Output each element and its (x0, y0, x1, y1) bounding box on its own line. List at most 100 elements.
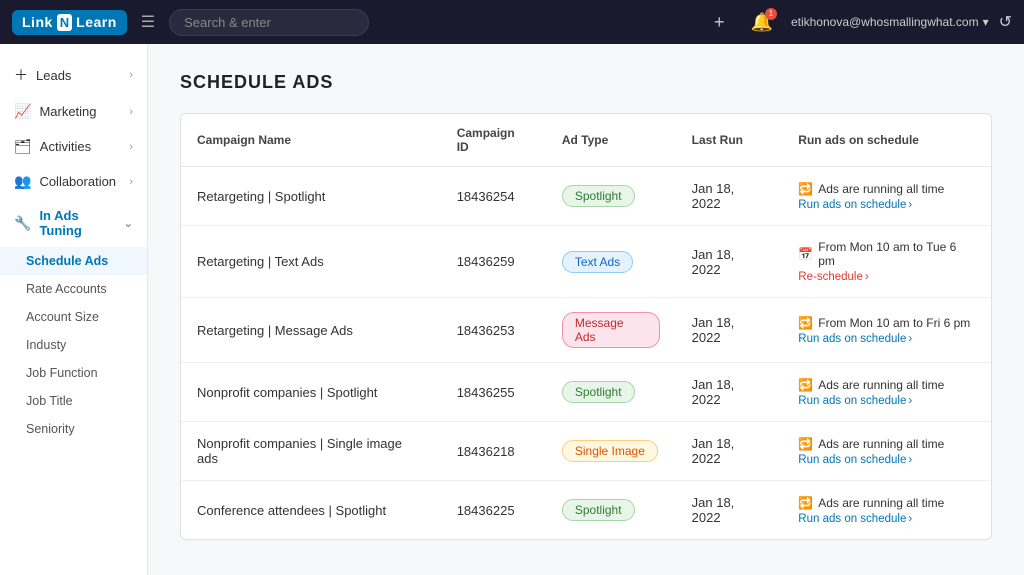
sidebar-item-activities[interactable]: 🗂 Activities › (0, 129, 147, 164)
schedule-link[interactable]: Run ads on schedule › (798, 333, 975, 345)
last-run-cell: Jan 18, 2022 (676, 481, 783, 540)
chevron-down-icon: ⌄ (124, 217, 133, 230)
sidebar-subitem-schedule-ads[interactable]: Schedule Ads (0, 247, 147, 275)
schedule-cell: 🔁 Ads are running all time Run ads on sc… (782, 481, 991, 540)
schedule-cell: 📅 From Mon 10 am to Tue 6 pm Re-schedule… (782, 226, 991, 298)
campaign-id-cell: 18436254 (441, 167, 546, 226)
chevron-right-icon: › (908, 199, 912, 211)
schedule-title: 📅 From Mon 10 am to Tue 6 pm (798, 240, 975, 268)
ad-type-cell: Single Image (546, 422, 676, 481)
logo-n: N (57, 14, 72, 31)
table-row: Nonprofit companies | Single image ads 1… (181, 422, 991, 481)
schedule-link[interactable]: Run ads on schedule › (798, 513, 975, 525)
schedule-icon: 🔁 (798, 378, 813, 392)
table-row: Retargeting | Text Ads 18436259 Text Ads… (181, 226, 991, 298)
ad-type-badge: Spotlight (562, 499, 635, 521)
refresh-button[interactable]: ↺ (999, 12, 1012, 32)
last-run-cell: Jan 18, 2022 (676, 167, 783, 226)
schedule-title: 🔁 Ads are running all time (798, 496, 975, 510)
logo-text-right: Learn (76, 14, 117, 30)
chevron-right-icon: › (908, 513, 912, 525)
logo: Link N Learn (12, 10, 127, 35)
col-last-run: Last Run (676, 114, 783, 167)
ad-type-badge: Spotlight (562, 381, 635, 403)
add-button[interactable]: + (706, 8, 733, 37)
user-menu[interactable]: etikhonova@whosmallingwhat.com ▾ (791, 15, 989, 29)
schedule-link[interactable]: Run ads on schedule › (798, 395, 975, 407)
sidebar-subitem-account-size[interactable]: Account Size (0, 303, 147, 331)
top-navigation: Link N Learn ☰ + 🔔 1 etikhonova@whosmall… (0, 0, 1024, 44)
leads-icon: ＋ (14, 65, 28, 85)
notification-button[interactable]: 🔔 1 (743, 8, 781, 37)
last-run-cell: Jan 18, 2022 (676, 363, 783, 422)
col-campaign-name: Campaign Name (181, 114, 441, 167)
user-chevron-icon: ▾ (983, 15, 989, 29)
sidebar-item-label-marketing: Marketing (39, 104, 96, 119)
in-ads-tuning-icon: 🔧 (14, 215, 31, 232)
ad-type-badge: Message Ads (562, 312, 660, 348)
schedule-icon: 🔁 (798, 496, 813, 510)
chevron-right-icon: › (129, 106, 133, 118)
campaign-name-cell: Retargeting | Spotlight (181, 167, 441, 226)
table-row: Nonprofit companies | Spotlight 18436255… (181, 363, 991, 422)
hamburger-icon[interactable]: ☰ (137, 8, 159, 36)
marketing-icon: 📈 (14, 103, 31, 120)
logo-text-left: Link (22, 14, 53, 30)
ads-table: Campaign Name Campaign ID Ad Type Last R… (181, 114, 991, 539)
ad-type-badge: Spotlight (562, 185, 635, 207)
schedule-title: 🔁 From Mon 10 am to Fri 6 pm (798, 316, 975, 330)
last-run-cell: Jan 18, 2022 (676, 226, 783, 298)
sidebar-subitem-job-function[interactable]: Job Function (0, 359, 147, 387)
sidebar-item-label-activities: Activities (40, 139, 91, 154)
user-email: etikhonova@whosmallingwhat.com (791, 15, 979, 29)
sidebar-item-collaboration[interactable]: 👥 Collaboration › (0, 164, 147, 199)
ad-type-cell: Spotlight (546, 363, 676, 422)
activities-icon: 🗂 (14, 138, 32, 155)
schedule-link[interactable]: Run ads on schedule › (798, 199, 975, 211)
sidebar-item-leads[interactable]: ＋ Leads › (0, 56, 147, 94)
schedule-title: 🔁 Ads are running all time (798, 378, 975, 392)
campaign-name-cell: Conference attendees | Spotlight (181, 481, 441, 540)
chevron-right-icon: › (908, 454, 912, 466)
last-run-cell: Jan 18, 2022 (676, 298, 783, 363)
table-row: Retargeting | Message Ads 18436253 Messa… (181, 298, 991, 363)
ad-type-cell: Text Ads (546, 226, 676, 298)
schedule-link[interactable]: Run ads on schedule › (798, 454, 975, 466)
chevron-right-icon: › (865, 271, 869, 283)
campaign-id-cell: 18436253 (441, 298, 546, 363)
table-body: Retargeting | Spotlight 18436254 Spotlig… (181, 167, 991, 540)
schedule-icon: 🔁 (798, 182, 813, 196)
page-title: SCHEDULE ADS (180, 72, 992, 93)
col-campaign-id: Campaign ID (441, 114, 546, 167)
col-run-ads-schedule: Run ads on schedule (782, 114, 991, 167)
sidebar: ＋ Leads › 📈 Marketing › 🗂 Activities › 👥… (0, 44, 148, 575)
schedule-cell: 🔁 Ads are running all time Run ads on sc… (782, 422, 991, 481)
search-input[interactable] (169, 9, 369, 36)
schedule-icon: 🔁 (798, 437, 813, 451)
schedule-cell: 🔁 Ads are running all time Run ads on sc… (782, 167, 991, 226)
sidebar-subitem-seniority[interactable]: Seniority (0, 415, 147, 443)
sidebar-item-in-ads-tuning[interactable]: 🔧 In Ads Tuning ⌄ (0, 199, 147, 247)
chevron-right-icon: › (908, 333, 912, 345)
sidebar-subitem-rate-accounts[interactable]: Rate Accounts (0, 275, 147, 303)
schedule-icon: 🔁 (798, 316, 813, 330)
sidebar-item-marketing[interactable]: 📈 Marketing › (0, 94, 147, 129)
schedule-title: 🔁 Ads are running all time (798, 437, 975, 451)
sidebar-item-label-leads: Leads (36, 68, 71, 83)
collaboration-icon: 👥 (14, 173, 31, 190)
last-run-cell: Jan 18, 2022 (676, 422, 783, 481)
col-ad-type: Ad Type (546, 114, 676, 167)
sidebar-subitem-industy[interactable]: Industy (0, 331, 147, 359)
ad-type-badge: Text Ads (562, 251, 633, 273)
schedule-link[interactable]: Re-schedule › (798, 271, 975, 283)
ads-table-card: Campaign Name Campaign ID Ad Type Last R… (180, 113, 992, 540)
chevron-right-icon: › (129, 69, 133, 81)
sidebar-subitem-job-title[interactable]: Job Title (0, 387, 147, 415)
main-content: SCHEDULE ADS Campaign Name Campaign ID A… (148, 44, 1024, 575)
campaign-name-cell: Retargeting | Text Ads (181, 226, 441, 298)
campaign-id-cell: 18436259 (441, 226, 546, 298)
schedule-cell: 🔁 From Mon 10 am to Fri 6 pm Run ads on … (782, 298, 991, 363)
table-row: Retargeting | Spotlight 18436254 Spotlig… (181, 167, 991, 226)
ad-type-cell: Spotlight (546, 167, 676, 226)
ad-type-badge: Single Image (562, 440, 658, 462)
